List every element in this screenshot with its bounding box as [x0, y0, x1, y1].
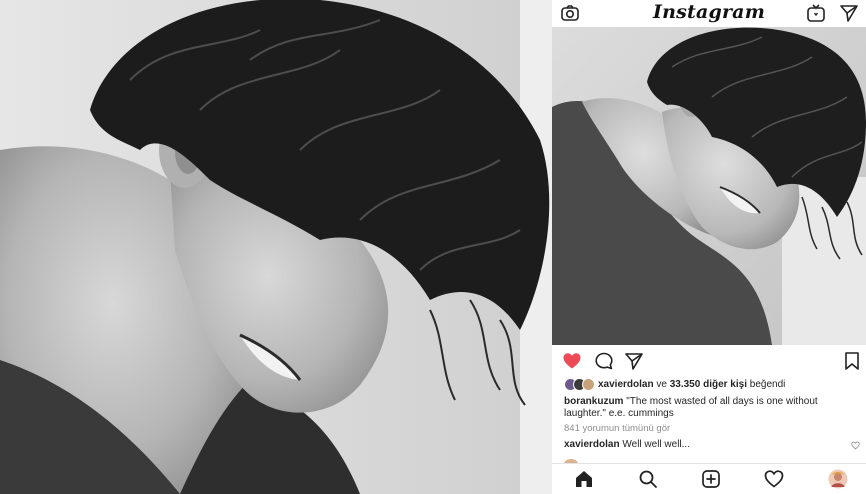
- profile-avatar[interactable]: [828, 469, 848, 489]
- top-bar: Instagram: [552, 0, 866, 27]
- search-icon[interactable]: [638, 469, 658, 489]
- bookmark-icon[interactable]: [842, 351, 862, 371]
- bottom-navigation: [552, 463, 866, 494]
- likes-connector: ve: [653, 379, 670, 390]
- likes-suffix: beğendi: [747, 379, 786, 390]
- comment-text: Well well well...: [619, 439, 690, 450]
- liker-avatars[interactable]: [564, 378, 595, 391]
- comment-username[interactable]: xavierdolan: [564, 439, 620, 450]
- likes-count[interactable]: 33.350 diğer kişi: [670, 379, 747, 390]
- direct-message-icon[interactable]: [839, 3, 859, 23]
- liker-username[interactable]: xavierdolan: [598, 379, 654, 390]
- post-caption: borankuzum "The most wasted of all days …: [564, 396, 854, 420]
- large-photo: [0, 0, 552, 494]
- post-actions: [552, 348, 866, 374]
- share-icon[interactable]: [624, 351, 644, 371]
- add-post-icon[interactable]: [701, 469, 721, 489]
- view-all-comments-link[interactable]: 841 yorumun tümünü gör: [564, 423, 670, 434]
- comment: xavierdolan Well well well...: [564, 439, 854, 450]
- comment-like-icon[interactable]: [851, 441, 860, 450]
- likes-summary: xavierdolan ve 33.350 diğer kişi beğendi: [564, 378, 864, 392]
- comment-icon[interactable]: [594, 351, 614, 371]
- post-photo[interactable]: [552, 27, 866, 345]
- heart-icon[interactable]: [562, 351, 582, 371]
- home-icon[interactable]: [574, 469, 594, 489]
- instagram-post-screen: Instagram xavierdolan ve 33.350 diğer ki…: [552, 0, 866, 494]
- activity-heart-icon[interactable]: [764, 469, 784, 489]
- caption-username[interactable]: borankuzum: [564, 396, 623, 407]
- igtv-icon[interactable]: [806, 3, 826, 23]
